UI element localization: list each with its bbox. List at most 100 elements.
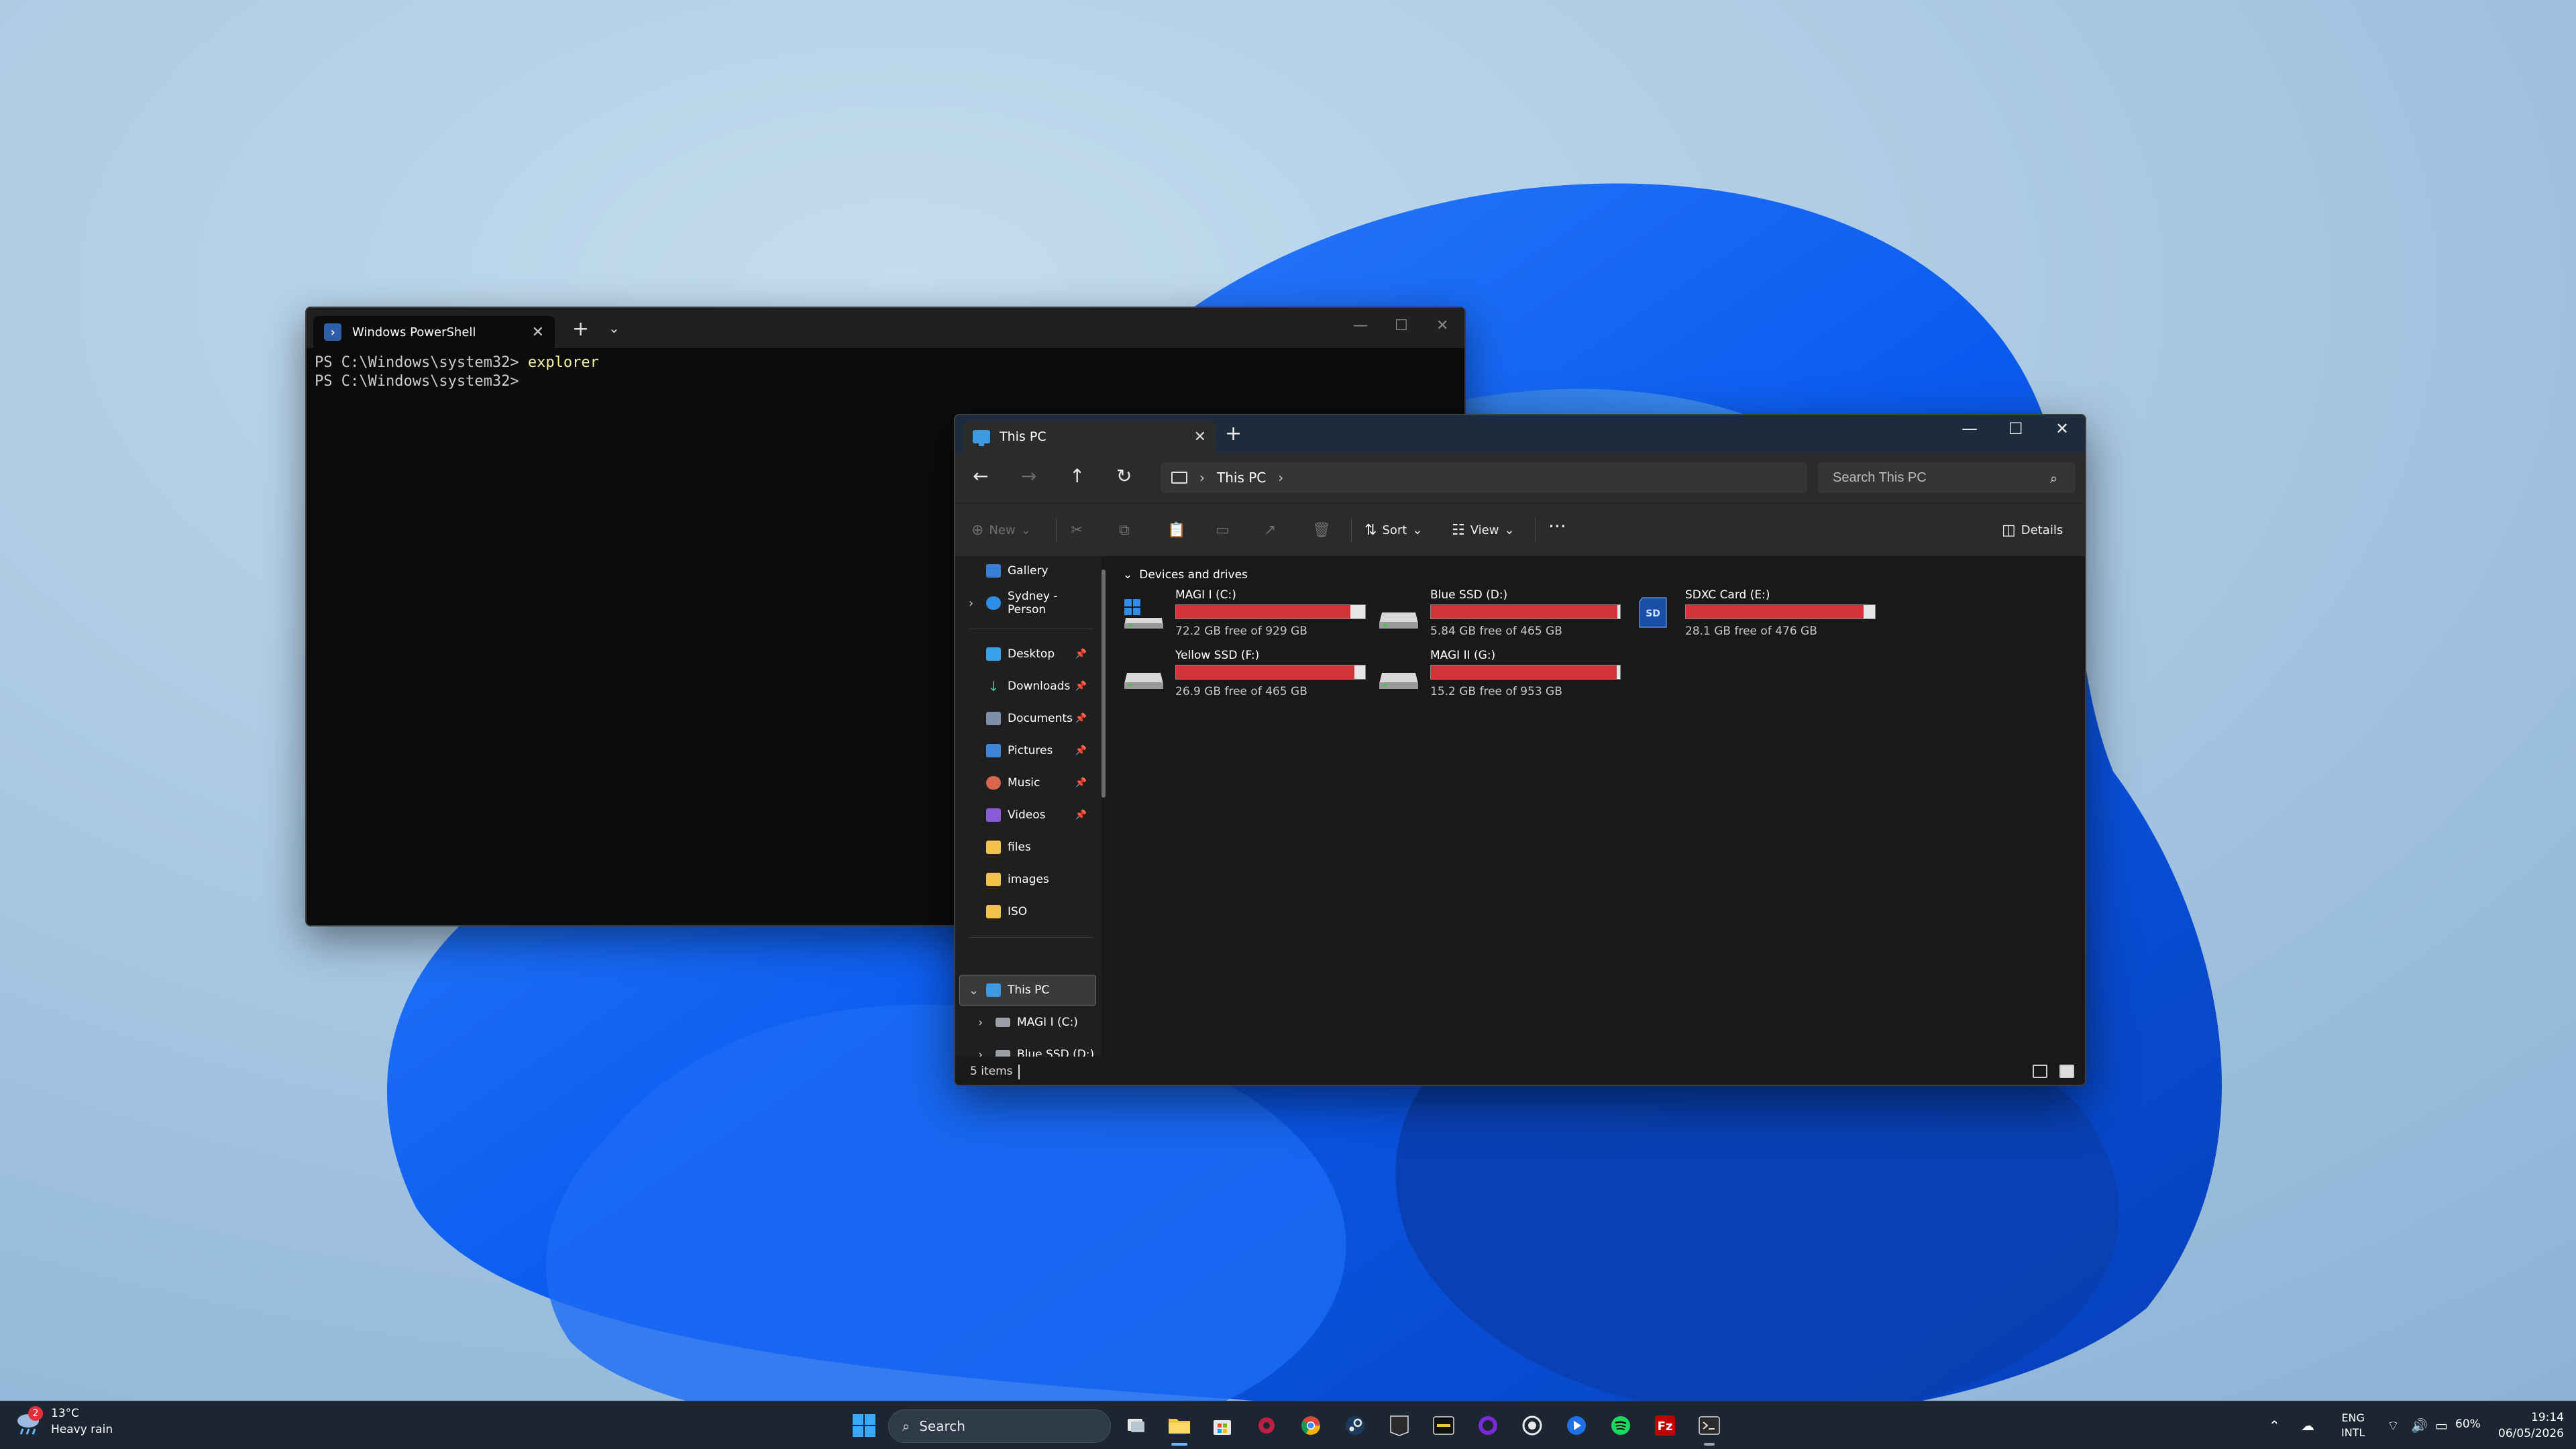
close-tab-icon[interactable]: ✕ (532, 324, 544, 341)
details-view-icon[interactable] (2033, 1065, 2047, 1078)
windows-start-button[interactable] (852, 1413, 876, 1438)
chevron-up-icon[interactable]: ⌃ (2269, 1417, 2280, 1434)
epic-games-icon[interactable] (1385, 1411, 1414, 1440)
app-icon-dark[interactable] (1429, 1411, 1458, 1440)
terminal-output[interactable]: PS C:\Windows\system32> explorer PS C:\Wi… (315, 354, 1456, 391)
forward-button[interactable]: → (1021, 465, 1036, 487)
copy-icon[interactable]: ⧉ (1119, 522, 1130, 539)
breadcrumb-this-pc[interactable]: This PC (1217, 470, 1266, 486)
maximize-button[interactable]: ☐ (2008, 419, 2023, 438)
back-button[interactable]: ← (973, 465, 988, 487)
view-list-icon: ☷ (1452, 522, 1465, 539)
rename-icon[interactable]: ▭ (1216, 522, 1230, 539)
chevron-down-icon[interactable]: ⌄ (608, 320, 620, 336)
cut-icon[interactable]: ✂ (1071, 522, 1083, 539)
this-pc-icon (973, 430, 990, 446)
sidebar-item-documents[interactable]: Documents 📌 (955, 704, 1096, 733)
explorer-titlebar[interactable]: This PC ✕ + — ☐ ✕ (955, 415, 2085, 453)
monitor-icon (1171, 472, 1187, 484)
sidebar-item-files[interactable]: files (955, 833, 1096, 862)
steam-icon[interactable] (1340, 1411, 1370, 1440)
battery-icon[interactable]: ▭ (2435, 1417, 2448, 1434)
refresh-button[interactable]: ↻ (1116, 465, 1132, 487)
explorer-tab[interactable]: This PC ✕ (963, 421, 1216, 453)
chevron-right-icon[interactable]: › (1278, 470, 1283, 486)
close-tab-icon[interactable]: ✕ (1194, 429, 1206, 445)
drive-free-space: 15.2 GB free of 953 GB (1430, 685, 1562, 698)
drive-tile-c[interactable]: MAGI I (C:) 72.2 GB free of 929 GB (1123, 587, 1371, 641)
chevron-right-icon[interactable]: › (978, 1016, 983, 1030)
file-explorer-window[interactable]: This PC ✕ + — ☐ ✕ ← → ↑ ↻ › This PC › ⌕ … (954, 414, 2086, 1086)
app-icon-red[interactable] (1252, 1411, 1281, 1440)
app-icon-purple[interactable] (1473, 1411, 1503, 1440)
sort-button[interactable]: ⇅ Sort ⌄ (1364, 522, 1422, 539)
sidebar-item-videos[interactable]: Videos 📌 (955, 800, 1096, 830)
running-app-indicator (1704, 1443, 1715, 1446)
powershell-tab[interactable]: › Windows PowerShell ✕ (313, 316, 555, 348)
chrome-icon[interactable] (1296, 1411, 1326, 1440)
share-icon[interactable]: ↗ (1264, 522, 1276, 539)
sidebar-item-drive-d[interactable]: › Blue SSD (D:) (955, 1040, 1096, 1057)
delete-icon[interactable]: 🗑 (1312, 522, 1331, 539)
clock[interactable]: 19:14 06/05/2026 (2493, 1409, 2564, 1442)
devices-group-header[interactable]: ⌄ Devices and drives (1123, 568, 1248, 582)
view-button[interactable]: ☷ View ⌄ (1452, 522, 1515, 539)
terminal-app-icon[interactable] (1695, 1411, 1724, 1446)
paste-icon[interactable]: 📋 (1167, 522, 1185, 539)
sidebar-item-downloads[interactable]: ↓ Downloads 📌 (955, 672, 1096, 701)
sidebar-item-pictures[interactable]: Pictures 📌 (955, 736, 1096, 765)
chevron-right-icon[interactable]: › (969, 596, 973, 610)
sidebar-item-drive-c[interactable]: › MAGI I (C:) (955, 1008, 1096, 1037)
close-button[interactable]: ✕ (1436, 317, 1448, 334)
weather-widget[interactable]: 2 13°C Heavy rain (15, 1406, 113, 1436)
file-explorer-app-icon[interactable] (1165, 1411, 1194, 1446)
details-pane-button[interactable]: ◫ Details (2002, 522, 2063, 539)
app-icon-blue[interactable] (1562, 1411, 1591, 1440)
chevron-right-icon[interactable]: › (1199, 470, 1205, 486)
sidebar-item-music[interactable]: Music 📌 (955, 768, 1096, 798)
sidebar-item-gallery[interactable]: Gallery (955, 556, 1096, 586)
chevron-right-icon[interactable]: › (978, 1048, 983, 1057)
new-button[interactable]: ⊕ New ⌄ (971, 522, 1031, 539)
drive-tile-e[interactable]: SD SDXC Card (E:) 28.1 GB free of 476 GB (1633, 587, 1881, 641)
minimize-button[interactable]: — (1962, 419, 1978, 438)
drive-tile-d[interactable]: Blue SSD (D:) 5.84 GB free of 465 GB (1378, 587, 1626, 641)
spotify-icon[interactable] (1606, 1411, 1635, 1440)
language-indicator[interactable]: ENG INTL (2341, 1411, 2365, 1440)
maximize-button[interactable]: ☐ (1395, 317, 1408, 334)
new-tab-button[interactable]: + (1225, 422, 1242, 445)
search-icon[interactable]: ⌕ (2050, 470, 2057, 486)
up-button[interactable]: ↑ (1069, 465, 1085, 487)
search-input[interactable] (1818, 462, 2076, 493)
sidebar-item-onedrive[interactable]: › Sydney - Person (955, 588, 1096, 618)
wifi-icon[interactable]: ⌔ (2387, 1417, 2400, 1434)
taskbar-search[interactable]: ⌕ Search (888, 1409, 1111, 1443)
sidebar-item-iso[interactable]: ISO (955, 897, 1096, 926)
chevron-down-icon[interactable]: ⌄ (1123, 568, 1132, 582)
sidebar-item-this-pc[interactable]: ⌄ This PC (955, 975, 1096, 1005)
drive-tile-f[interactable]: Yellow SSD (F:) 26.9 GB free of 465 GB (1123, 647, 1371, 701)
new-tab-button[interactable]: + (572, 317, 589, 341)
filezilla-icon[interactable]: Fz (1650, 1411, 1680, 1440)
app-icon-ring[interactable] (1517, 1411, 1547, 1440)
chevron-down-icon[interactable]: ⌄ (969, 983, 979, 998)
content-pane[interactable]: ⌄ Devices and drives MAGI I (C:) 72.2 GB… (1114, 556, 2085, 1057)
powershell-titlebar[interactable]: › Windows PowerShell ✕ + ⌄ — ☐ ✕ (307, 308, 1464, 348)
close-button[interactable]: ✕ (2055, 419, 2069, 438)
address-bar[interactable]: › This PC › (1161, 462, 1807, 493)
volume-icon[interactable]: 🔊 (2411, 1417, 2428, 1434)
task-view-icon[interactable] (1122, 1411, 1151, 1440)
tiles-view-icon[interactable] (2059, 1065, 2074, 1078)
pin-icon: 📌 (1075, 810, 1087, 820)
more-options-button[interactable]: ··· (1548, 515, 1566, 537)
microsoft-store-icon[interactable] (1208, 1411, 1237, 1440)
powershell-icon: › (324, 323, 341, 341)
minimize-button[interactable]: — (1353, 317, 1368, 334)
sidebar-scrollbar[interactable] (1102, 570, 1106, 798)
drive-icon (1379, 673, 1418, 689)
onedrive-tray-icon[interactable]: ☁ (2301, 1417, 2314, 1434)
sidebar-item-desktop[interactable]: Desktop 📌 (955, 639, 1096, 669)
drive-tile-g[interactable]: MAGI II (G:) 15.2 GB free of 953 GB (1378, 647, 1626, 701)
sidebar-item-images[interactable]: images (955, 865, 1096, 894)
navigation-pane[interactable]: Gallery › Sydney - Person Desktop 📌 ↓ Do… (955, 556, 1102, 1057)
